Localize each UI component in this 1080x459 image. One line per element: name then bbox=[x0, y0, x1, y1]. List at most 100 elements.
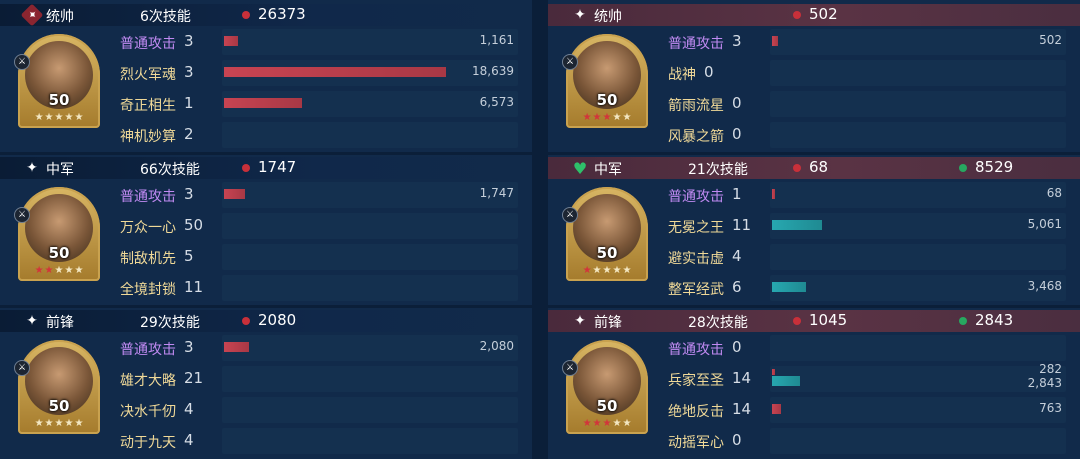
skill-bar-track bbox=[222, 182, 518, 208]
skill-use-count: 0 bbox=[732, 338, 742, 356]
skill-row: 神机妙算 2 bbox=[120, 121, 532, 149]
skill-bar-track bbox=[770, 275, 1066, 301]
skill-cast-count: 66次技能 bbox=[140, 162, 200, 178]
hero-star-rating: ★ ★ ★ ★ ★ bbox=[22, 265, 96, 277]
skill-name: 整军经武 bbox=[668, 282, 724, 298]
damage-value: 6,573 bbox=[479, 95, 514, 109]
skill-row: 整军经武 6 3,468 bbox=[668, 274, 1080, 302]
star-icon: ★ bbox=[602, 418, 612, 429]
skill-cast-count: 6次技能 bbox=[140, 9, 191, 25]
star-icon: ★ bbox=[74, 418, 84, 429]
skill-row: 普通攻击 3 1,747 bbox=[120, 181, 532, 209]
hero-portrait[interactable]: 50 ★ ★ ★ ★ ★ bbox=[18, 34, 100, 128]
right-section-0: ✦ 统帅 502 50 ★ ★ ★ ★ ★ ⚔ 普通攻击 3 502 战神 0 箭雨流星 0 风暴之箭 0 bbox=[548, 0, 1080, 153]
skill-name: 绝地反击 bbox=[668, 404, 724, 420]
skill-bar-track bbox=[770, 60, 1066, 86]
skill-bar-track bbox=[222, 366, 518, 392]
hero-portrait[interactable]: 50 ★ ★ ★ ★ ★ bbox=[566, 187, 648, 281]
hero-star-rating: ★ ★ ★ ★ ★ bbox=[570, 265, 644, 277]
skill-use-count: 50 bbox=[184, 216, 204, 234]
heal-bar bbox=[772, 282, 806, 292]
star-icon: ★ bbox=[44, 418, 54, 429]
skill-use-count: 5 bbox=[184, 247, 194, 265]
skill-bar-track bbox=[222, 428, 518, 454]
skill-cast-count: 21次技能 bbox=[688, 162, 748, 178]
skill-use-count: 0 bbox=[732, 94, 742, 112]
section-header: ♥ 中军 21次技能 68 8529 bbox=[548, 157, 1080, 179]
troop-type-icon: ⚔ bbox=[14, 207, 30, 223]
hero-star-rating: ★ ★ ★ ★ ★ bbox=[570, 418, 644, 430]
star-icon: ★ bbox=[34, 265, 44, 276]
skill-use-count: 21 bbox=[184, 369, 204, 387]
troop-type-icon: ⚔ bbox=[14, 360, 30, 376]
role-label: 前锋 bbox=[594, 315, 622, 331]
damage-bar bbox=[772, 369, 775, 375]
skill-use-count: 2 bbox=[184, 125, 194, 143]
skill-row: 避实击虚 4 bbox=[668, 243, 1080, 271]
star-icon: ★ bbox=[592, 418, 602, 429]
skill-name: 全境封锁 bbox=[120, 282, 176, 298]
damage-dot-icon bbox=[242, 11, 250, 19]
star-icon: ★ bbox=[34, 112, 44, 123]
skill-row: 兵家至圣 14 282 2,843 bbox=[668, 362, 1080, 393]
hero-level: 50 bbox=[596, 91, 618, 109]
skill-bar-track bbox=[770, 397, 1066, 423]
skill-bar-track bbox=[770, 366, 1066, 392]
skill-cast-count: 28次技能 bbox=[688, 315, 748, 331]
hero-portrait[interactable]: 50 ★ ★ ★ ★ ★ bbox=[18, 340, 100, 434]
star-icon: ★ bbox=[54, 418, 64, 429]
skill-use-count: 11 bbox=[732, 216, 752, 234]
right-team-panel: ✦ 统帅 502 50 ★ ★ ★ ★ ★ ⚔ 普通攻击 3 502 战神 0 箭雨流星 0 风暴之箭 0 ♥ 中军 21… bbox=[548, 0, 1080, 459]
star-icon: ★ bbox=[622, 112, 632, 123]
skill-name: 避实击虚 bbox=[668, 251, 724, 267]
hero-portrait[interactable]: 50 ★ ★ ★ ★ ★ bbox=[566, 34, 648, 128]
skill-name: 无冕之王 bbox=[668, 220, 724, 236]
skill-bar-track bbox=[222, 275, 518, 301]
star-icon: ★ bbox=[74, 265, 84, 276]
damage-bar bbox=[772, 36, 778, 46]
heal-value: 3,468 bbox=[1027, 279, 1062, 293]
skill-row: 万众一心 50 bbox=[120, 212, 532, 240]
skill-use-count: 0 bbox=[732, 125, 742, 143]
skill-row: 普通攻击 0 bbox=[668, 334, 1080, 362]
skill-use-count: 14 bbox=[732, 400, 752, 418]
troop-type-icon: ⚔ bbox=[562, 54, 578, 70]
hero-level: 50 bbox=[596, 397, 618, 415]
star-icon: ★ bbox=[64, 112, 74, 123]
total-damage: 1747 bbox=[258, 158, 297, 176]
star-icon: ★ bbox=[44, 112, 54, 123]
star-icon: ★ bbox=[582, 265, 592, 276]
role-label: 统帅 bbox=[46, 9, 74, 25]
heal-value: 2,843 bbox=[1027, 376, 1062, 390]
hero-level: 50 bbox=[596, 244, 618, 262]
skill-use-count: 1 bbox=[732, 185, 742, 203]
skill-use-count: 14 bbox=[732, 369, 752, 387]
hero-star-rating: ★ ★ ★ ★ ★ bbox=[22, 112, 96, 124]
damage-bar bbox=[224, 98, 302, 108]
total-damage: 2080 bbox=[258, 311, 297, 329]
damage-bar bbox=[224, 189, 245, 199]
skill-row: 风暴之箭 0 bbox=[668, 121, 1080, 149]
section-header: ✦ 统帅 502 bbox=[548, 4, 1080, 26]
skill-row: 战神 0 bbox=[668, 59, 1080, 87]
hero-portrait[interactable]: 50 ★ ★ ★ ★ ★ bbox=[566, 340, 648, 434]
skill-row: 动摇军心 0 bbox=[668, 427, 1080, 455]
skill-name: 普通攻击 bbox=[120, 36, 176, 52]
heal-bar bbox=[772, 220, 822, 230]
skill-name: 箭雨流星 bbox=[668, 98, 724, 114]
heal-bar bbox=[772, 376, 800, 386]
left-team-panel: ✦ 统帅 6次技能 26373 50 ★ ★ ★ ★ ★ ⚔ 普通攻击 3 1,161 烈火军魂 3 18,63… bbox=[0, 0, 532, 459]
hero-portrait[interactable]: 50 ★ ★ ★ ★ ★ bbox=[18, 187, 100, 281]
skill-row: 烈火军魂 3 18,639 bbox=[120, 59, 532, 87]
skill-name: 普通攻击 bbox=[668, 36, 724, 52]
skill-bar-track bbox=[770, 29, 1066, 55]
skill-row: 普通攻击 3 1,161 bbox=[120, 28, 532, 56]
total-heal: 2843 bbox=[975, 311, 1014, 329]
skill-bar-track bbox=[770, 122, 1066, 148]
hero-level: 50 bbox=[48, 397, 70, 415]
skill-use-count: 3 bbox=[184, 63, 194, 81]
panel-gap bbox=[532, 0, 548, 459]
skill-row: 无冕之王 11 5,061 bbox=[668, 212, 1080, 240]
damage-dot-icon bbox=[242, 164, 250, 172]
skill-bar-track bbox=[770, 335, 1066, 361]
